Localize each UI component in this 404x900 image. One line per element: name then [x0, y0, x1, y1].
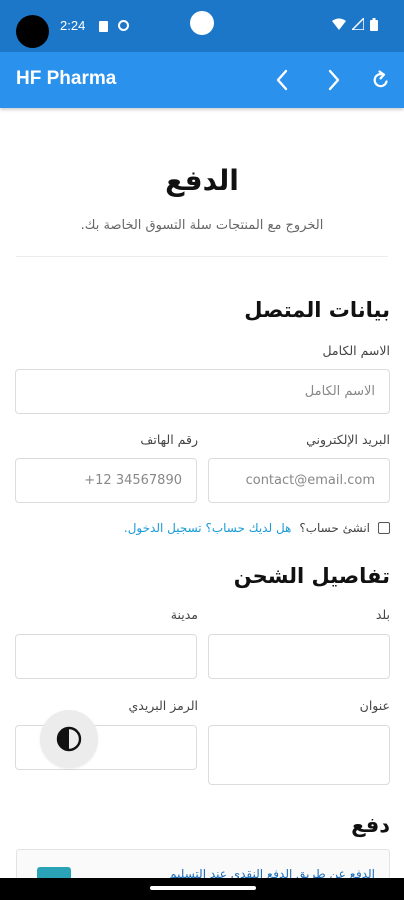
reload-button[interactable]: [365, 64, 397, 96]
country-input[interactable]: [208, 634, 390, 679]
payment-method-label: الدفع عن طريق الدفع النقدي عند التسليم: [169, 867, 375, 878]
full-name-label: الاسم الكامل: [322, 343, 390, 358]
status-time: 2:24: [60, 18, 86, 33]
chevron-right-icon: [328, 69, 340, 91]
notification-icon: [118, 20, 129, 31]
phone-label: رقم الهاتف: [140, 432, 198, 447]
home-indicator[interactable]: [150, 886, 256, 890]
forward-button[interactable]: [318, 64, 350, 96]
page-subtitle: الخروج مع المنتجات سلة التسوق الخاصة بك.: [80, 218, 324, 233]
login-link[interactable]: هل لديك حساب؟ تسجيل الدخول.: [124, 521, 291, 535]
signal-icon: [352, 18, 364, 30]
phone-input[interactable]: [15, 458, 197, 503]
app-title: HF Pharma: [16, 68, 117, 89]
front-camera: [190, 11, 214, 35]
create-account-row: انشئ حساب؟ هل لديك حساب؟ تسجيل الدخول.: [124, 521, 390, 535]
city-label: مدينة: [170, 607, 198, 622]
country-label: بلد: [375, 607, 390, 622]
reload-icon: [373, 70, 388, 88]
contrast-icon: [56, 726, 82, 752]
address-input[interactable]: [208, 725, 390, 785]
email-input[interactable]: [208, 458, 390, 503]
battery-icon: [370, 17, 378, 31]
divider: [16, 256, 388, 257]
address-label: عنوان: [359, 698, 390, 713]
shipping-section-title: تفاصيل الشحن: [233, 564, 390, 588]
sim-card-icon: [99, 21, 108, 32]
camera-cutout: [16, 15, 49, 48]
back-button[interactable]: [266, 64, 298, 96]
status-bar: 2:24: [0, 0, 404, 52]
system-nav-bar: [0, 878, 404, 900]
postal-code-label: الرمز البريدي: [128, 698, 198, 713]
payment-option-cod[interactable]: الدفع عن طريق الدفع النقدي عند التسليم: [16, 849, 390, 878]
page-title: الدفع: [165, 164, 239, 197]
chevron-left-icon: [276, 69, 288, 91]
create-account-label: انشئ حساب؟: [299, 521, 370, 535]
email-label: البريد الإلكتروني: [306, 432, 390, 447]
city-input[interactable]: [15, 634, 197, 679]
payment-section-title: دفع: [351, 813, 390, 837]
contact-section-title: بيانات المتصل: [244, 298, 390, 322]
full-name-input[interactable]: [15, 369, 390, 414]
wifi-icon: [332, 18, 346, 30]
create-account-checkbox[interactable]: [378, 522, 390, 534]
app-bar: HF Pharma: [0, 52, 404, 108]
payment-card-icon: [37, 867, 71, 878]
contrast-toggle-button[interactable]: [40, 710, 98, 768]
